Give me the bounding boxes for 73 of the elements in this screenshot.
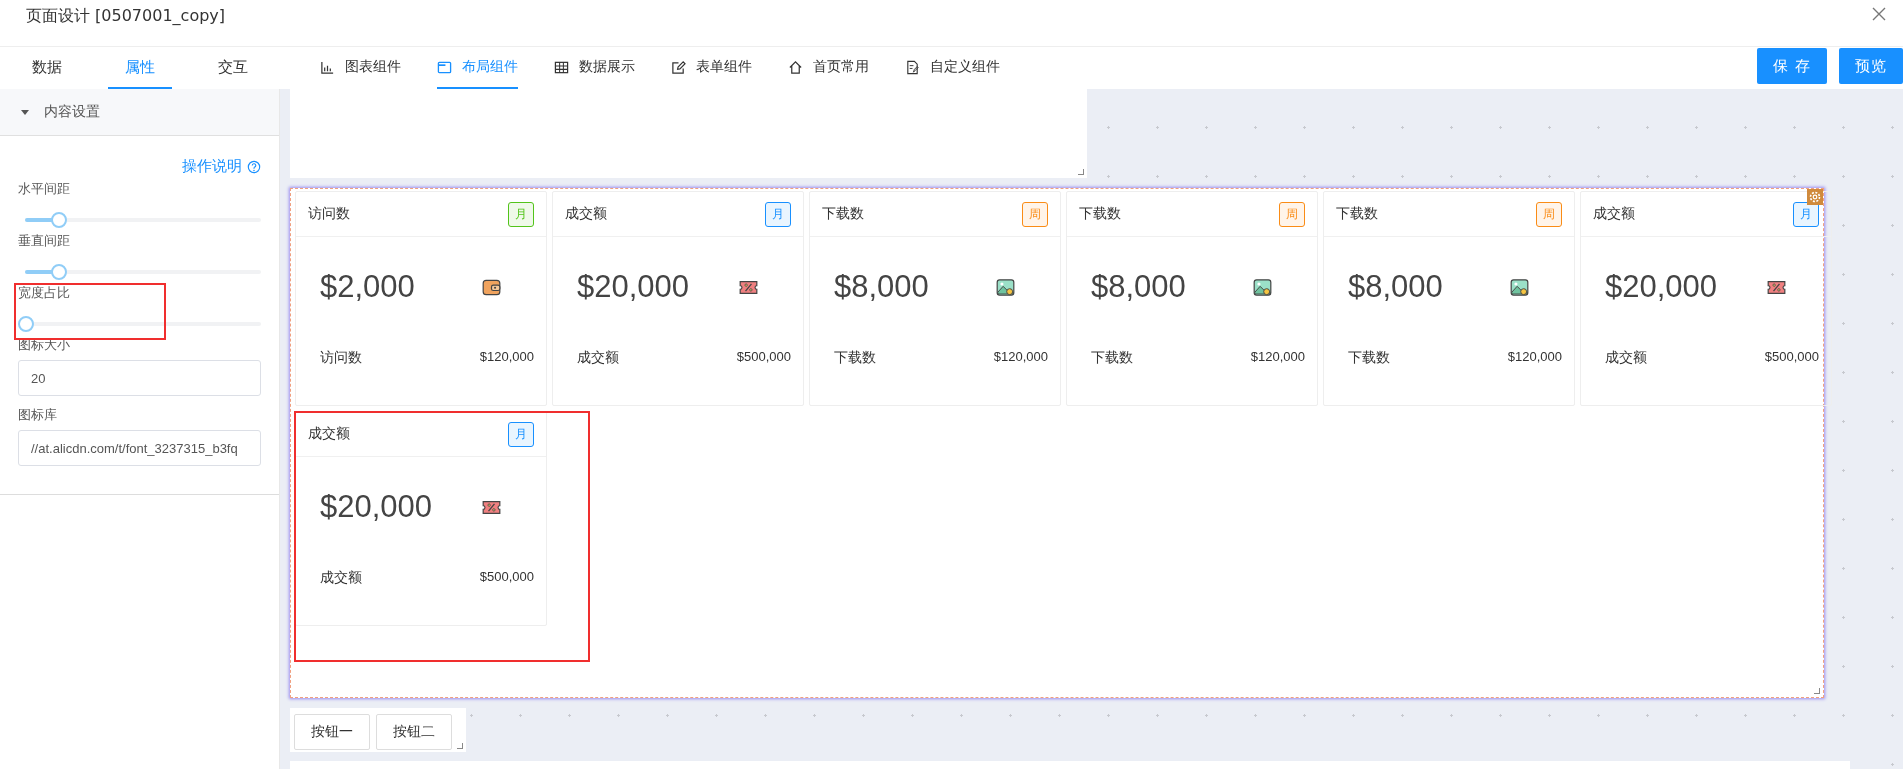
stat-total: $120,000 bbox=[479, 349, 534, 364]
close-icon[interactable] bbox=[1871, 6, 1887, 22]
stat-value: $20,000 bbox=[320, 489, 433, 525]
card-title: 下载数 bbox=[822, 205, 864, 223]
document-icon bbox=[905, 59, 920, 75]
slider-thumb[interactable] bbox=[18, 316, 34, 332]
stat-label: 访问数 bbox=[320, 349, 362, 367]
stat-value: $8,000 bbox=[1091, 269, 1186, 305]
field-label: 图标库 bbox=[18, 406, 58, 424]
table-icon bbox=[554, 59, 569, 75]
input-field[interactable]: 20 bbox=[18, 360, 261, 396]
period-tag: 月 bbox=[508, 421, 534, 447]
panel-tab[interactable]: 交互 bbox=[201, 47, 266, 89]
resize-handle-icon[interactable] bbox=[457, 743, 463, 749]
card-title: 成交额 bbox=[1593, 205, 1635, 223]
stat-total: $120,000 bbox=[1507, 349, 1562, 364]
section-title: 内容设置 bbox=[44, 103, 100, 121]
field-label: 水平间距 bbox=[18, 180, 71, 198]
stat-total: $500,000 bbox=[479, 569, 534, 584]
stat-value: $8,000 bbox=[834, 269, 929, 305]
stat-value: $2,000 bbox=[320, 269, 415, 305]
component-tab[interactable]: 图表组件 bbox=[320, 47, 401, 89]
component-tab[interactable]: 表单组件 bbox=[671, 47, 752, 89]
period-tag: 周 bbox=[1022, 201, 1048, 227]
panel-tab[interactable]: 数据 bbox=[14, 47, 79, 89]
field-label: 宽度占比 bbox=[18, 284, 71, 302]
card-title: 下载数 bbox=[1336, 205, 1378, 223]
card-title: 下载数 bbox=[1079, 205, 1121, 223]
slider-thumb[interactable] bbox=[51, 212, 68, 228]
help-icon bbox=[247, 159, 261, 174]
field-label: 垂直间距 bbox=[18, 232, 71, 250]
stat-value: $20,000 bbox=[1605, 269, 1718, 305]
slider[interactable] bbox=[18, 316, 261, 332]
stat-total: $120,000 bbox=[993, 349, 1048, 364]
stat-label: 成交额 bbox=[320, 569, 362, 587]
stat-label: 成交额 bbox=[1605, 349, 1647, 367]
period-tag: 月 bbox=[765, 201, 791, 227]
image-icon bbox=[1510, 277, 1529, 297]
image-icon bbox=[1253, 277, 1272, 297]
input-field[interactable]: //at.alicdn.com/t/font_3237315_b3fq bbox=[18, 430, 261, 466]
stat-label: 下载数 bbox=[834, 349, 876, 367]
stat-total: $500,000 bbox=[1764, 349, 1819, 364]
stat-value: $20,000 bbox=[577, 269, 690, 305]
stat-total: $500,000 bbox=[736, 349, 791, 364]
stat-label: 下载数 bbox=[1348, 349, 1390, 367]
gear-icon[interactable] bbox=[1807, 189, 1823, 205]
image-icon bbox=[996, 277, 1015, 297]
window-icon bbox=[437, 59, 452, 75]
period-tag: 周 bbox=[1279, 201, 1305, 227]
component-tab[interactable]: 数据展示 bbox=[554, 47, 635, 89]
stat-label: 下载数 bbox=[1091, 349, 1133, 367]
edit-icon bbox=[671, 59, 686, 75]
card-title: 成交额 bbox=[308, 425, 350, 443]
period-tag: 周 bbox=[1536, 201, 1562, 227]
stat-label: 成交额 bbox=[577, 349, 619, 367]
canvas-button[interactable]: 按钮一 bbox=[294, 714, 370, 750]
section-header[interactable]: 内容设置 bbox=[0, 89, 279, 136]
canvas-button[interactable]: 按钮二 bbox=[376, 714, 452, 750]
slider-thumb[interactable] bbox=[51, 264, 68, 280]
stat-value: $8,000 bbox=[1348, 269, 1443, 305]
period-tag: 月 bbox=[1793, 201, 1819, 227]
stat-total: $120,000 bbox=[1250, 349, 1305, 364]
bar-chart-icon bbox=[320, 59, 335, 75]
component-tab[interactable]: 自定义组件 bbox=[905, 47, 1000, 89]
card-title: 成交额 bbox=[565, 205, 607, 223]
card-title: 访问数 bbox=[308, 205, 350, 223]
home-icon bbox=[788, 59, 803, 75]
resize-handle-icon[interactable] bbox=[1078, 169, 1084, 175]
component-tab[interactable]: 首页常用 bbox=[788, 47, 869, 89]
wallet-icon bbox=[482, 277, 501, 297]
period-tag: 月 bbox=[508, 201, 534, 227]
resize-handle-icon[interactable] bbox=[1814, 688, 1820, 694]
window-title: 页面设计 [0507001_copy] bbox=[26, 6, 226, 27]
